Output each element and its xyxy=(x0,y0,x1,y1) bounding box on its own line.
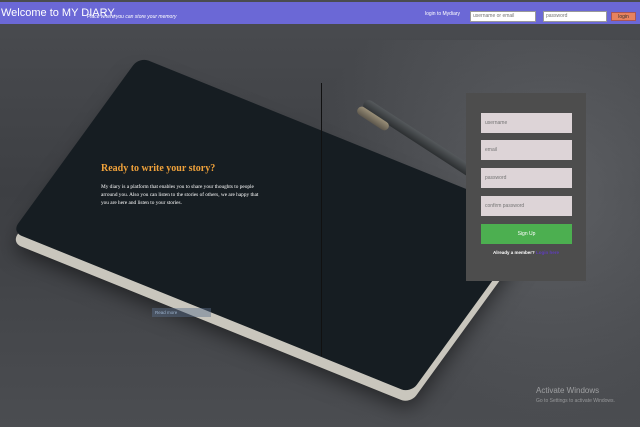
member-prompt-text: Already a member? xyxy=(492,250,535,255)
read-more-link[interactable]: Read more xyxy=(152,308,211,317)
signup-email-input[interactable] xyxy=(481,140,572,160)
activate-windows-title: Activate Windows xyxy=(536,386,600,395)
member-prompt: Already a member? Login here xyxy=(466,250,586,255)
signup-panel: Sign Up Already a member? Login here xyxy=(466,93,586,281)
hero-description: My diary is a platform that enables you … xyxy=(101,184,259,206)
signup-confirm-password-input[interactable] xyxy=(481,196,572,216)
activate-windows-subtitle: Go to Settings to activate Windows. xyxy=(536,398,615,404)
site-tagline: Place where you can store your memory xyxy=(87,14,177,20)
signup-password-input[interactable] xyxy=(481,168,572,188)
login-here-link[interactable]: Login here xyxy=(536,250,559,255)
signup-username-input[interactable] xyxy=(481,113,572,133)
login-label: login to Mydiary xyxy=(425,11,461,17)
hero-heading: Ready to write your story? xyxy=(101,163,216,174)
header-password-input[interactable] xyxy=(543,11,607,22)
sign-up-button[interactable]: Sign Up xyxy=(481,224,572,244)
header-username-input[interactable] xyxy=(470,11,536,22)
top-navigation-bar: Welcome to MY DIARY, Place where you can… xyxy=(0,2,640,24)
vertical-divider xyxy=(321,83,322,356)
login-button[interactable]: login xyxy=(611,12,636,21)
